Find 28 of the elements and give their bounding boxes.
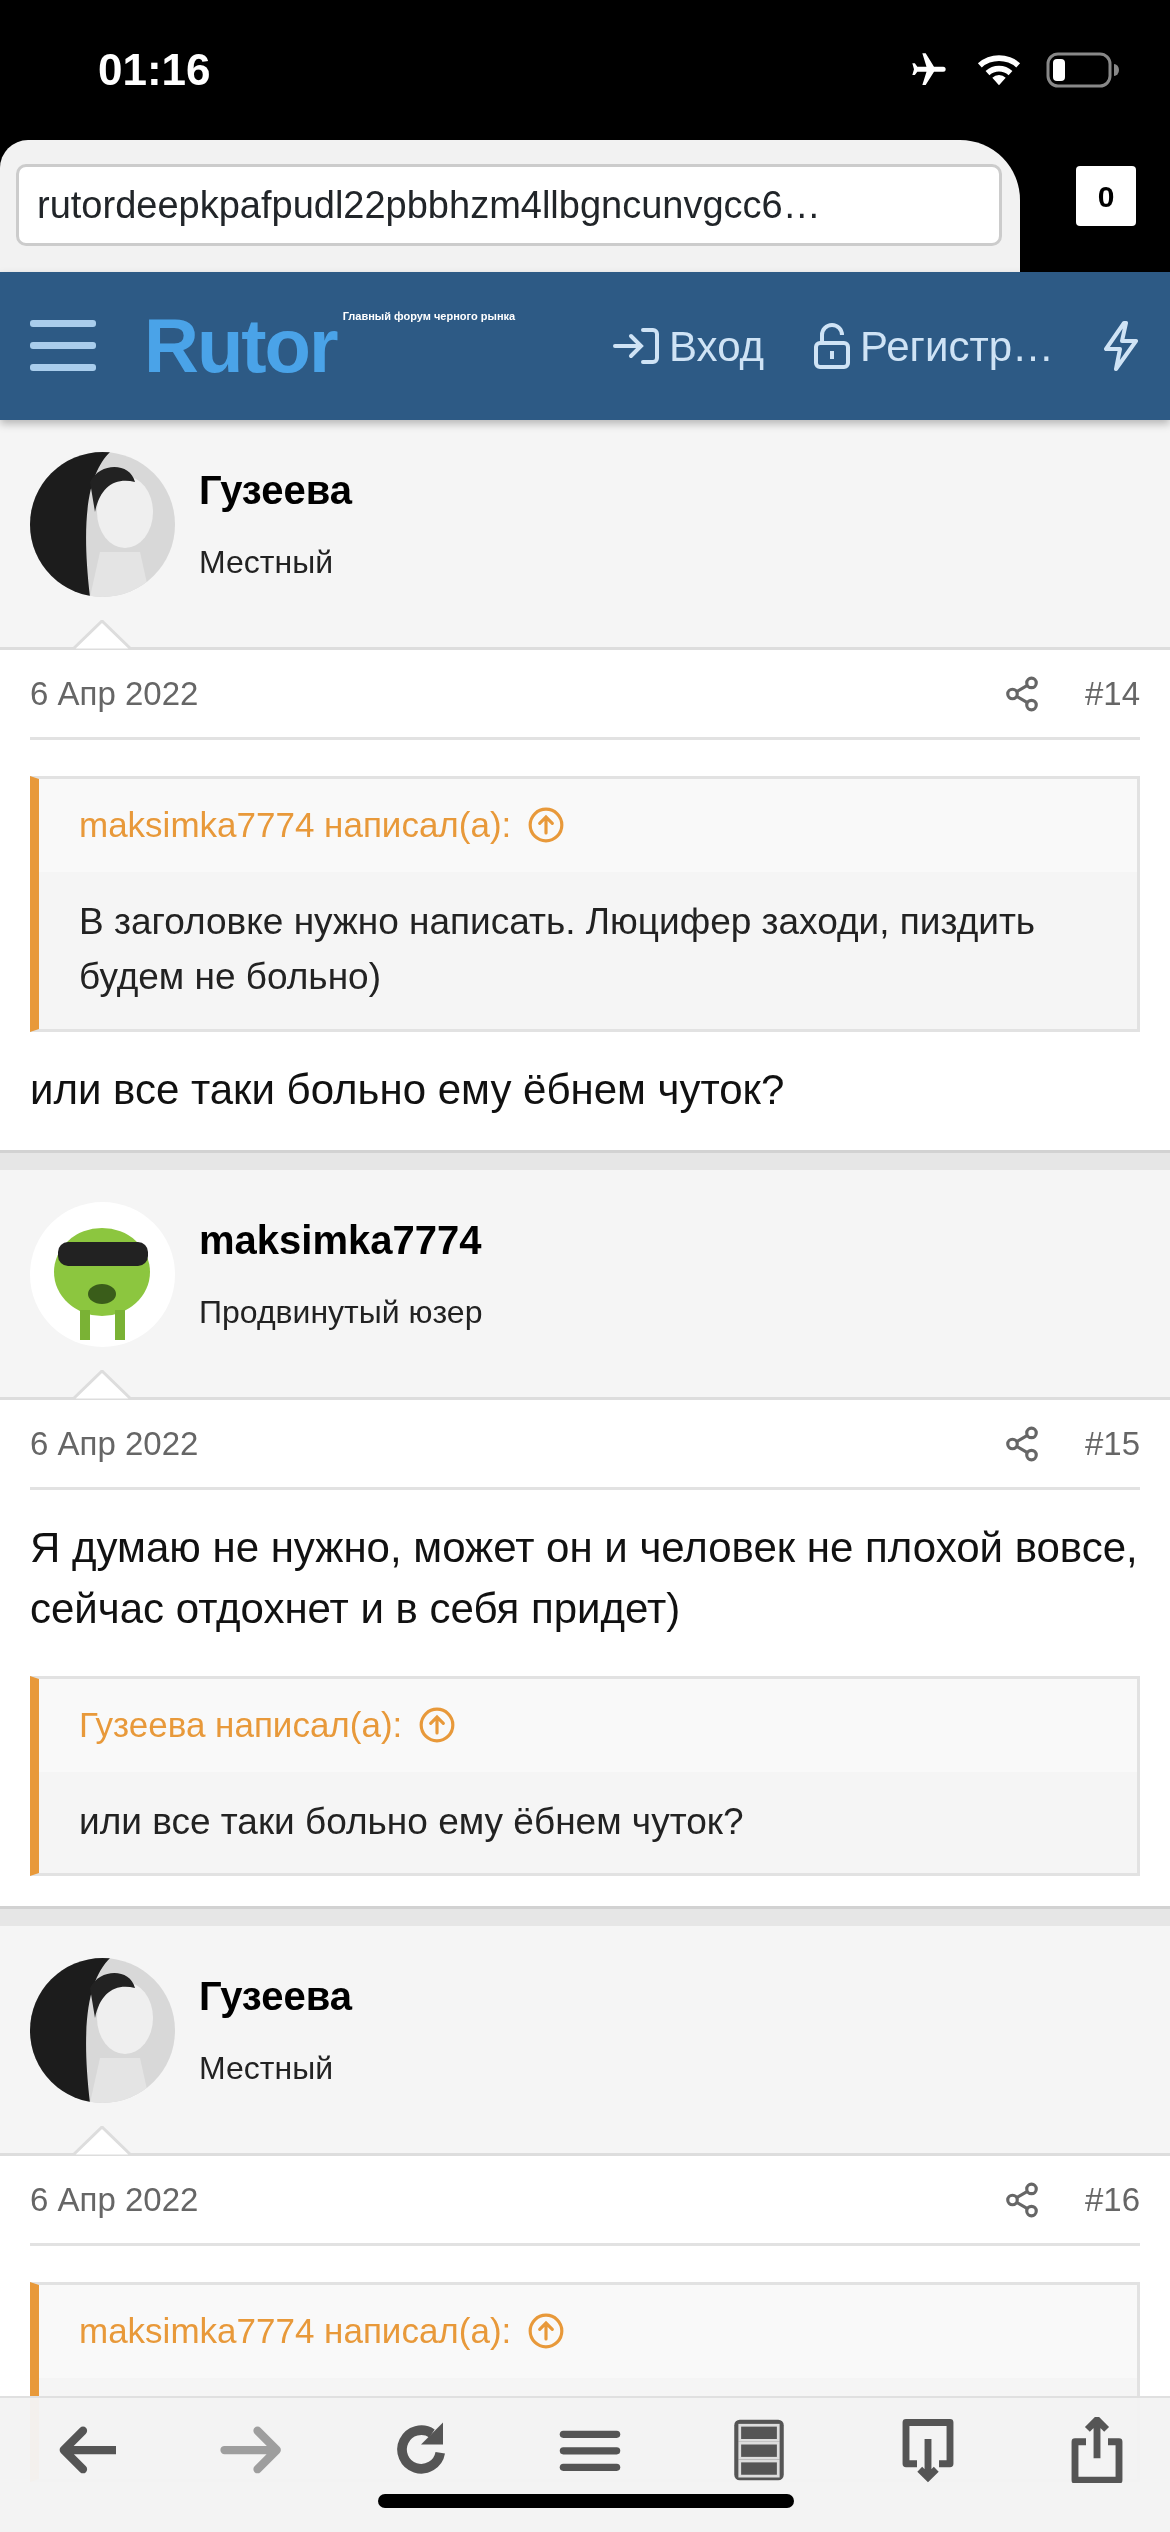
post-date: 6 Апр 2022 (30, 1424, 199, 1465)
quote-text: В заголовке нужно написать. Люцифер заходи, пиздить будем не больно) (78, 899, 1037, 999)
post-text: Я думаю не нужно, может он и человек не плохой вовсе, сейчас отдохнет и в себя придет) (30, 1523, 1139, 1635)
post-date: 6 Апр 2022 (30, 673, 199, 714)
login-icon (611, 326, 662, 366)
register-link[interactable]: Регистр… (812, 314, 1054, 378)
user-title: Продвинутый юзер (199, 1293, 483, 1333)
post-text: или все таки больно ему ёбнем чуток? (30, 1064, 786, 1115)
user-name[interactable]: Гузеева (199, 1966, 353, 2027)
padlock-icon (812, 323, 853, 369)
battery-icon (1046, 52, 1120, 88)
login-link[interactable]: Вход (611, 314, 765, 378)
menu-icon[interactable] (30, 318, 96, 374)
wifi-icon (976, 52, 1022, 88)
post-date: 6 Апр 2022 (30, 2179, 199, 2220)
quote-text: или все таки больно ему ёбнем чуток? (78, 1799, 745, 1844)
user-name[interactable]: Гузеева (199, 460, 353, 520)
user-title: Местный (199, 2049, 334, 2089)
user-name[interactable]: maksimka7774 (199, 1210, 483, 1271)
post-number-link[interactable]: #15 (1084, 1419, 1140, 1469)
user-title: Местный (199, 543, 334, 582)
tab-count-button[interactable]: 0 (1076, 166, 1136, 226)
post-number-link[interactable]: #14 (1084, 668, 1140, 719)
address-field[interactable]: rutordeepkpafpudl22pbbhzm4llbgncunvgcc6… (16, 164, 1002, 246)
clock-time: 01:16 (98, 44, 211, 96)
lightning-icon[interactable] (1102, 321, 1140, 371)
logo-tagline: Главный форум черного рынка (342, 309, 516, 324)
post-number-link[interactable]: #16 (1084, 2174, 1140, 2225)
